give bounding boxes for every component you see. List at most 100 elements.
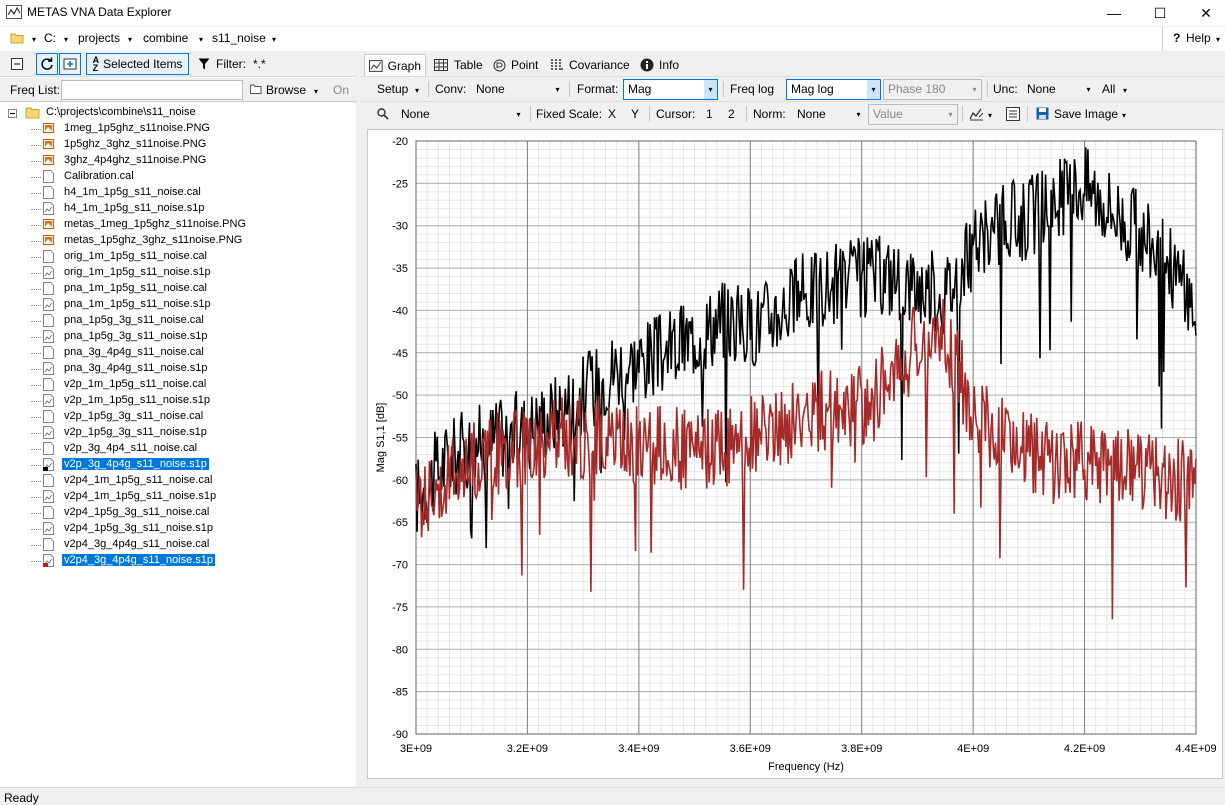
chevron-down-icon[interactable]: ▾ [128, 35, 132, 44]
cal-file-icon [43, 506, 54, 519]
list-item[interactable]: 3ghz_4p4ghz_s11noise.PNG [0, 153, 356, 169]
cursor-2-toggle[interactable]: 2 [728, 107, 735, 121]
tab-info[interactable]: Info [636, 54, 683, 76]
all-menu[interactable]: All [1102, 82, 1115, 96]
tab-graph[interactable]: Graph [364, 54, 426, 76]
list-item[interactable]: Calibration.cal [0, 169, 356, 185]
norm-value-input[interactable]: Value ▾ [868, 104, 958, 125]
cal-file-icon [43, 442, 54, 455]
list-item[interactable]: h4_1m_1p5g_s11_noise.s1p [0, 201, 356, 217]
save-image-button[interactable]: Save Image [1054, 107, 1118, 121]
tab-covariance[interactable]: Covariance [546, 54, 634, 76]
filter-input[interactable]: *.* [253, 57, 266, 71]
file-name: v2p4_1m_1p5g_s11_noise.s1p [64, 490, 217, 502]
list-item[interactable]: v2p_3g_4p4_s11_noise.cal [0, 441, 356, 457]
unc-select[interactable]: None ▾ [1022, 79, 1096, 100]
cal-file-icon [43, 474, 54, 487]
close-button[interactable]: ✕ [1183, 0, 1225, 26]
norm-select[interactable]: None ▾ [792, 104, 866, 125]
chevron-down-icon[interactable]: ▾ [32, 35, 36, 44]
chevron-down-icon[interactable]: ▾ [314, 87, 318, 96]
selected-items-button[interactable]: AZ Selected Items [86, 53, 189, 75]
fixed-scale-y-toggle[interactable]: Y [631, 107, 639, 121]
list-item[interactable]: v2p4_1p5g_3g_s11_noise.s1p [0, 521, 356, 537]
list-item[interactable]: pna_3g_4p4g_s11_noise.cal [0, 345, 356, 361]
help-menu[interactable]: Help [1186, 31, 1211, 45]
freq-log-toggle[interactable]: Freq log [730, 82, 774, 96]
chevron-down-icon[interactable]: ▾ [1216, 35, 1220, 44]
help-question-icon[interactable]: ? [1173, 31, 1180, 45]
sync-selection-button[interactable] [59, 53, 81, 75]
s11-magnitude-chart[interactable]: -20 -25 -30 -35 -40 -45 -50 -55 -60 -65 -70 -75 -80 -… [368, 130, 1224, 780]
list-item[interactable]: v2p_1m_1p5g_s11_noise.cal [0, 377, 356, 393]
chevron-down-icon[interactable]: ▾ [199, 35, 203, 44]
list-item[interactable]: v2p_1p5g_3g_s11_noise.cal [0, 409, 356, 425]
list-icon[interactable] [1006, 107, 1020, 121]
setup-menu[interactable]: Setup [377, 82, 408, 96]
refresh-button[interactable] [36, 53, 58, 75]
list-item[interactable]: v2p4_1p5g_3g_s11_noise.cal [0, 505, 356, 521]
list-item[interactable]: v2p_1p5g_3g_s11_noise.s1p [0, 425, 356, 441]
list-item[interactable]: v2p4_1m_1p5g_s11_noise.s1p [0, 489, 356, 505]
list-item[interactable]: pna_1m_1p5g_s11_noise.cal [0, 281, 356, 297]
unc-label: Unc: [993, 82, 1018, 96]
tree-connector [31, 241, 41, 242]
chevron-down-icon: ▾ [555, 85, 560, 94]
minimize-button[interactable]: — [1091, 0, 1137, 26]
cursor-1-toggle[interactable]: 1 [706, 107, 713, 121]
list-item[interactable]: v2p_3g_4p4g_s11_noise.s1p [0, 457, 356, 473]
chevron-down-icon[interactable]: ▾ [988, 111, 992, 120]
y-tick-label: -80 [392, 644, 408, 656]
list-item[interactable]: v2p4_1m_1p5g_s11_noise.cal [0, 473, 356, 489]
format-select[interactable]: Mag ▾ [623, 79, 718, 100]
tree-connector [31, 529, 41, 530]
zoom-select[interactable]: None ▾ [396, 104, 526, 125]
list-item[interactable]: orig_1m_1p5g_s11_noise.cal [0, 249, 356, 265]
conv-select[interactable]: None ▾ [471, 79, 565, 100]
list-item[interactable]: pna_1m_1p5g_s11_noise.s1p [0, 297, 356, 313]
chevron-down-icon[interactable]: ▾ [1123, 86, 1127, 95]
selected-items-label: Selected Items [103, 57, 183, 71]
list-item[interactable]: metas_1p5ghz_3ghz_s11noise.PNG [0, 233, 356, 249]
list-item[interactable]: pna_1p5g_3g_s11_noise.s1p [0, 329, 356, 345]
list-item[interactable]: 1p5ghz_3ghz_s11noise.PNG [0, 137, 356, 153]
breadcrumb-s11-noise[interactable]: s11_noise [212, 31, 266, 45]
tab-point[interactable]: Point [489, 54, 542, 76]
collapse-all-button[interactable] [6, 53, 28, 75]
browse-button[interactable]: Browse [266, 83, 306, 97]
fixed-scale-x-toggle[interactable]: X [608, 107, 616, 121]
chevron-down-icon[interactable]: ▾ [64, 35, 68, 44]
freq-list-row: Freq List: Browse ▾ On [0, 78, 356, 102]
freq-list-on-toggle[interactable]: On [333, 83, 349, 97]
phase-select[interactable]: Phase 180 ▾ [883, 79, 982, 100]
list-item[interactable]: metas_1meg_1p5ghz_s11noise.PNG [0, 217, 356, 233]
maximize-button[interactable]: ☐ [1137, 0, 1183, 26]
list-item[interactable]: v2p4_3g_4p4g_s11_noise.cal [0, 537, 356, 553]
y-axis-label: Mag S1,1 [dB] [375, 403, 387, 473]
freq-list-input[interactable] [61, 80, 243, 100]
list-item[interactable]: v2p_1m_1p5g_s11_noise.s1p [0, 393, 356, 409]
list-item[interactable]: h4_1m_1p5g_s11_noise.cal [0, 185, 356, 201]
chevron-down-icon[interactable]: ▾ [415, 86, 419, 95]
line-style-icon[interactable] [969, 107, 984, 121]
breadcrumb-drive[interactable]: C: [44, 31, 56, 45]
image-file-icon [43, 219, 54, 229]
list-item[interactable]: v2p4_3g_4p4g_s11_noise.s1p [0, 553, 356, 569]
breadcrumb-projects[interactable]: projects [78, 31, 120, 45]
point-icon [493, 59, 506, 71]
collapse-node-icon[interactable] [8, 109, 17, 118]
list-item[interactable]: pna_1p5g_3g_s11_noise.cal [0, 313, 356, 329]
list-item[interactable]: 1meg_1p5ghz_s11noise.PNG [0, 121, 356, 137]
cal-file-icon [43, 314, 54, 327]
chevron-down-icon[interactable]: ▾ [1122, 111, 1126, 120]
tree-root[interactable]: C:\projects\combine\s11_noise [0, 105, 356, 121]
chevron-down-icon[interactable]: ▾ [272, 35, 276, 44]
breadcrumb-combine[interactable]: combine [143, 31, 188, 45]
mag-log-select[interactable]: Mag log ▾ [786, 79, 881, 100]
tree-connector [31, 417, 41, 418]
list-item[interactable]: orig_1m_1p5g_s11_noise.s1p [0, 265, 356, 281]
chevron-down-icon: ▾ [856, 110, 861, 119]
tab-table[interactable]: Table [430, 54, 487, 76]
window-title: METAS VNA Data Explorer [27, 5, 172, 19]
list-item[interactable]: pna_3g_4p4g_s11_noise.s1p [0, 361, 356, 377]
